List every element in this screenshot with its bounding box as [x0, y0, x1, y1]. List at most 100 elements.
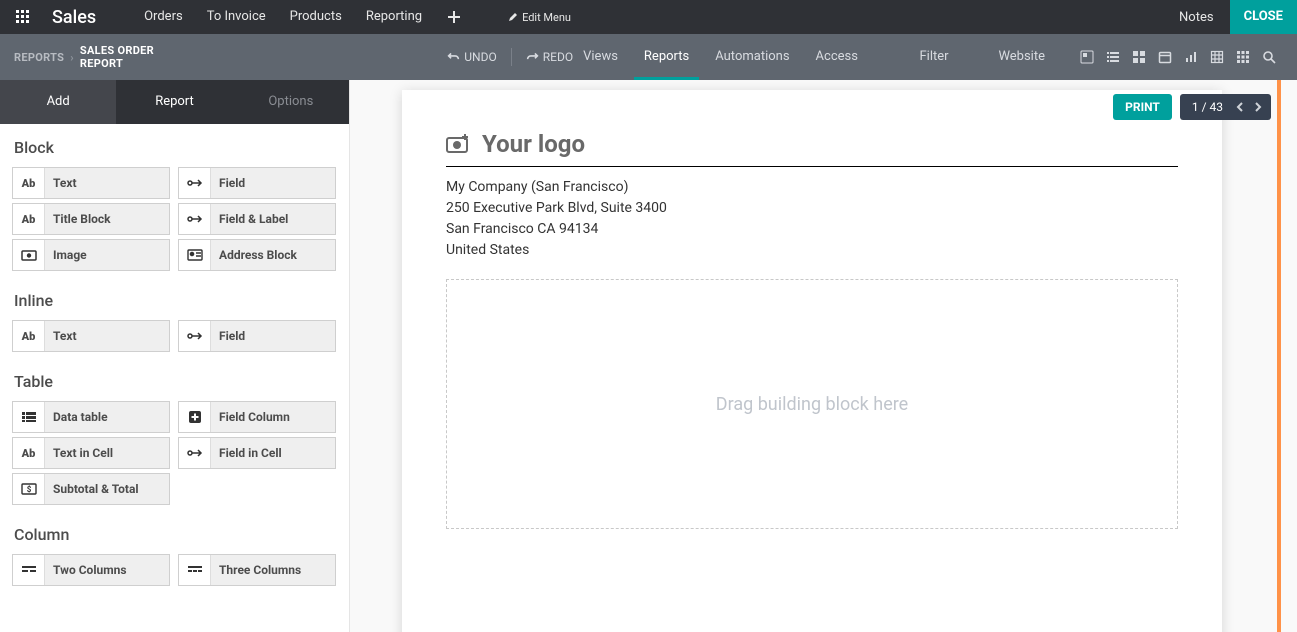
menu-products[interactable]: Products [278, 0, 354, 34]
add-menu-icon[interactable] [434, 11, 474, 23]
menu-to-invoice[interactable]: To Invoice [195, 0, 278, 34]
close-button[interactable]: CLOSE [1230, 0, 1297, 34]
block-field-label[interactable]: Field & Label [178, 203, 336, 235]
search-icon[interactable] [1257, 46, 1281, 68]
field-icon [179, 204, 211, 234]
svg-text:$: $ [26, 485, 31, 494]
pager-total: 43 [1210, 100, 1224, 114]
table-subtotal-total[interactable]: $ Subtotal & Total [12, 473, 170, 505]
notes-link[interactable]: Notes [1163, 10, 1230, 25]
block-address[interactable]: Address Block [178, 239, 336, 271]
plus-square-icon [179, 402, 211, 432]
text-ab-icon: Ab [13, 321, 45, 351]
block-label: Three Columns [211, 563, 301, 577]
pivot-view-icon[interactable] [1205, 46, 1229, 68]
form-view-icon[interactable] [1075, 46, 1099, 68]
tab-access-controls[interactable]: Access Controls [806, 34, 904, 80]
text-ab-icon: Ab [13, 204, 45, 234]
block-label: Text [45, 329, 77, 343]
logo-label: Your logo [482, 130, 585, 158]
block-image[interactable]: Image [12, 239, 170, 271]
redo-icon [526, 51, 539, 64]
drop-zone[interactable]: Drag building block here [446, 279, 1178, 529]
apps-icon[interactable] [10, 10, 40, 24]
breadcrumb-parent[interactable]: REPORTS [14, 51, 64, 64]
block-title-block[interactable]: Ab Title Block [12, 203, 170, 235]
block-label: Title Block [45, 212, 111, 226]
sidebar-tab-options[interactable]: Options [233, 80, 349, 124]
block-field[interactable]: Field [178, 167, 336, 199]
three-cols-icon [179, 555, 211, 585]
block-label: Address Block [211, 248, 297, 262]
block-label: Text in Cell [45, 446, 113, 460]
company-street[interactable]: 250 Executive Park Blvd, Suite 3400 [446, 198, 1178, 219]
field-icon [179, 168, 211, 198]
redo-button[interactable]: REDO [526, 50, 573, 64]
undo-redo-group: UNDO REDO [447, 48, 573, 66]
menu-reporting[interactable]: Reporting [354, 0, 434, 34]
menu-orders[interactable]: Orders [132, 0, 195, 34]
kanban-view-icon[interactable] [1127, 46, 1151, 68]
scroll-indicator[interactable] [1277, 80, 1281, 632]
table-field-column[interactable]: Field Column [178, 401, 336, 433]
table-data-table[interactable]: Data table [12, 401, 170, 433]
main: Add Report Options Block Ab Text Field A… [0, 80, 1297, 632]
tab-filter-rules[interactable]: Filter Rules [909, 34, 982, 80]
redo-label: REDO [543, 50, 573, 64]
block-label: Data table [45, 410, 108, 424]
field-icon [179, 321, 211, 351]
two-cols-icon [13, 555, 45, 585]
tab-automations[interactable]: Automations [705, 34, 799, 80]
sidebar-tab-add[interactable]: Add [0, 80, 116, 124]
field-icon [179, 438, 211, 468]
company-country[interactable]: United States [446, 240, 1178, 261]
undo-icon [447, 51, 460, 64]
block-label: Field & Label [211, 212, 288, 226]
section-title-table: Table [0, 358, 349, 401]
inline-field[interactable]: Field [178, 320, 336, 352]
block-label: Subtotal & Total [45, 482, 139, 496]
edit-menu-link[interactable]: Edit Menu [474, 11, 571, 24]
pager-sep: / [1199, 100, 1210, 114]
column-three[interactable]: Three Columns [178, 554, 336, 586]
tab-views[interactable]: Views [573, 34, 628, 80]
chevron-right-icon: › [70, 51, 74, 64]
calendar-view-icon[interactable] [1153, 46, 1177, 68]
block-text[interactable]: Ab Text [12, 167, 170, 199]
pager-prev[interactable] [1231, 98, 1249, 116]
pencil-icon [508, 12, 518, 22]
company-citystatezip[interactable]: San Francisco CA 94134 [446, 219, 1178, 240]
sidebar: Add Report Options Block Ab Text Field A… [0, 80, 350, 632]
camera-add-icon [446, 134, 470, 154]
undo-button[interactable]: UNDO [447, 50, 496, 64]
section-title-inline: Inline [0, 277, 349, 320]
grid-view-icon[interactable] [1231, 46, 1255, 68]
print-button[interactable]: PRINT [1113, 94, 1172, 120]
sub-tabs: Views Reports Automations Access Control… [573, 34, 1283, 80]
pager-page: 1 [1192, 100, 1199, 114]
pager-next[interactable] [1249, 98, 1267, 116]
undo-label: UNDO [464, 50, 496, 64]
sidebar-tabs: Add Report Options [0, 80, 349, 124]
breadcrumb-current: SALES ORDER REPORT [80, 44, 193, 70]
breadcrumb: REPORTS › SALES ORDER REPORT [14, 44, 193, 70]
view-switcher [1075, 46, 1283, 68]
pager-count: 1 / 43 [1184, 94, 1231, 120]
sub-nav: REPORTS › SALES ORDER REPORT UNDO REDO V… [0, 34, 1297, 80]
section-title-block: Block [0, 124, 349, 167]
address-card-icon [179, 240, 211, 270]
text-ab-icon: Ab [13, 168, 45, 198]
company-name[interactable]: My Company (San Francisco) [446, 177, 1178, 198]
tab-website[interactable]: Website [988, 34, 1055, 80]
inline-text[interactable]: Ab Text [12, 320, 170, 352]
table-field-in-cell[interactable]: Field in Cell [178, 437, 336, 469]
list-view-icon[interactable] [1101, 46, 1125, 68]
logo-placeholder[interactable]: Your logo [446, 130, 1178, 158]
column-two[interactable]: Two Columns [12, 554, 170, 586]
module-name[interactable]: Sales [40, 7, 132, 28]
graph-view-icon[interactable] [1179, 46, 1203, 68]
table-text-in-cell[interactable]: Ab Text in Cell [12, 437, 170, 469]
tab-reports[interactable]: Reports [634, 34, 699, 80]
report-page[interactable]: Your logo My Company (San Francisco) 250… [402, 90, 1222, 632]
sidebar-tab-report[interactable]: Report [116, 80, 232, 124]
